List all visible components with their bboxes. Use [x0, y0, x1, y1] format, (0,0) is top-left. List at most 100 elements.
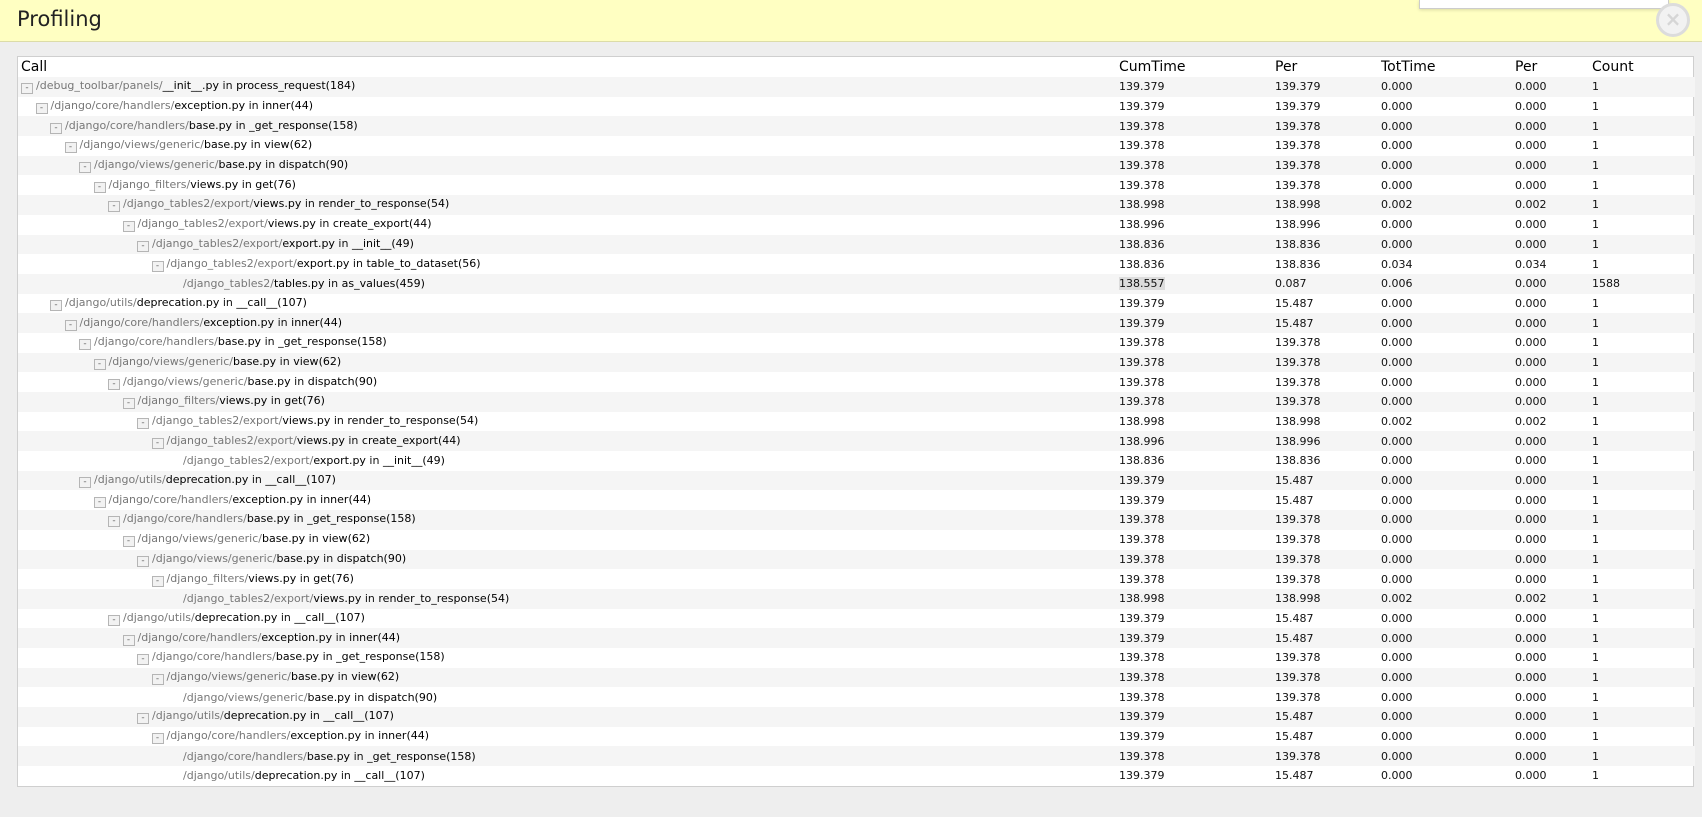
call-cell: -/django/core/handlers/exception.py in i… — [18, 97, 1116, 117]
per-cell-value: 15.487 — [1275, 769, 1314, 783]
column-header-tottime[interactable]: TotTime — [1378, 57, 1512, 77]
count-cell-value: 1 — [1592, 139, 1599, 153]
collapse-toggle-icon[interactable]: - — [137, 713, 149, 725]
collapse-toggle-icon[interactable]: - — [151, 437, 164, 449]
collapse-toggle-icon[interactable]: - — [137, 654, 149, 666]
call-cell: -/django/views/generic/base.py in view(6… — [18, 667, 1116, 688]
tottime-cell-value: 0.000 — [1381, 533, 1413, 547]
collapse-toggle-icon[interactable]: - — [122, 634, 135, 646]
call-file: exception.py — [174, 99, 246, 113]
collapse-toggle-icon[interactable]: - — [79, 339, 91, 351]
count-cell-value: 1 — [1592, 336, 1599, 350]
collapse-toggle-icon[interactable]: - — [21, 83, 33, 95]
per-2-cell: 0.000 — [1512, 372, 1589, 392]
call-func: _get_response — [336, 650, 416, 664]
call-in: in — [334, 669, 352, 683]
call-line: (54) — [486, 592, 510, 606]
call-func: render_to_response — [347, 414, 456, 428]
call-line: (44) — [377, 630, 401, 644]
per-cell: 139.378 — [1272, 392, 1378, 412]
per-2-cell: 0.000 — [1512, 746, 1589, 767]
call-file: base.py — [218, 158, 262, 172]
panel-title: Profiling — [17, 7, 102, 31]
call-file: views.py — [219, 394, 268, 408]
collapse-toggle-icon[interactable]: - — [122, 398, 135, 410]
call-line: (76) — [273, 177, 296, 191]
collapse-toggle-icon[interactable]: - — [50, 299, 62, 311]
cumtime-cell: 139.378 — [1116, 549, 1272, 570]
collapse-toggle-icon[interactable]: - — [35, 103, 48, 115]
collapse-toggle-icon[interactable]: - — [64, 142, 77, 154]
call-cell: -/django_filters/views.py in get(76) — [18, 569, 1116, 589]
per-cell: 15.487 — [1272, 490, 1378, 510]
call-in: in — [245, 99, 263, 113]
cumtime-cell: 138.998 — [1116, 588, 1272, 609]
collapse-toggle-icon[interactable]: - — [122, 536, 135, 548]
per-2-cell: 0.000 — [1512, 648, 1589, 668]
collapse-toggle-icon[interactable]: - — [151, 260, 164, 272]
column-header-call[interactable]: Call — [18, 57, 1116, 77]
call-in: in — [344, 433, 362, 447]
call-path: /django/utils/ — [94, 473, 166, 487]
count-cell-value: 1 — [1592, 454, 1599, 468]
per-2-cell: 0.000 — [1512, 510, 1589, 530]
collapse-toggle-icon[interactable]: - — [79, 162, 91, 174]
call-func: __init__ — [351, 236, 392, 250]
call-in: in — [232, 118, 250, 132]
collapse-toggle-icon[interactable]: - — [108, 516, 120, 528]
cumtime-cell-value: 139.378 — [1119, 552, 1165, 566]
call-line: (107) — [306, 473, 336, 487]
column-header-per-2[interactable]: Per — [1512, 57, 1589, 77]
collapse-toggle-icon[interactable]: - — [50, 122, 62, 134]
call-line: (107) — [335, 610, 365, 624]
collapse-toggle-icon[interactable]: - — [151, 673, 164, 685]
call-file: base.py — [306, 749, 351, 763]
tottime-cell: 0.000 — [1378, 470, 1512, 491]
tottime-cell-value: 0.002 — [1381, 415, 1413, 429]
table-row: -/django/utils/deprecation.py in __call_… — [18, 470, 1695, 491]
count-cell-value: 1 — [1592, 592, 1599, 606]
collapse-toggle-icon[interactable]: - — [137, 418, 149, 430]
per-2-cell-value: 0.000 — [1515, 749, 1547, 763]
per-cell: 139.379 — [1272, 77, 1378, 97]
call-file: deprecation.py — [165, 473, 249, 487]
cumtime-cell: 139.378 — [1116, 175, 1272, 195]
collapse-toggle-icon[interactable]: - — [151, 575, 164, 587]
count-cell-value: 1 — [1592, 631, 1599, 645]
collapse-toggle-icon[interactable]: - — [108, 201, 120, 213]
column-header-count[interactable]: Count — [1589, 57, 1695, 77]
tottime-cell: 0.000 — [1378, 687, 1512, 707]
close-icon[interactable]: × — [1656, 3, 1690, 37]
per-2-cell-value: 0.000 — [1515, 218, 1547, 232]
tottime-cell: 0.000 — [1378, 451, 1512, 471]
per-2-cell: 0.002 — [1512, 195, 1589, 215]
tottime-cell-value: 0.000 — [1381, 336, 1413, 350]
cumtime-cell: 139.379 — [1116, 313, 1272, 333]
count-cell: 1 — [1589, 609, 1695, 629]
tottime-cell: 0.006 — [1378, 273, 1512, 294]
collapse-toggle-icon[interactable]: - — [93, 181, 106, 193]
call-path: /django_tables2/export/ — [183, 592, 314, 606]
tottime-cell: 0.000 — [1378, 352, 1512, 373]
column-header-per[interactable]: Per — [1272, 57, 1378, 77]
per-2-cell: 0.000 — [1512, 352, 1589, 373]
collapse-toggle-icon[interactable]: - — [108, 378, 120, 390]
collapse-toggle-icon[interactable]: - — [79, 477, 91, 489]
collapse-toggle-icon[interactable]: - — [93, 496, 106, 508]
collapse-toggle-icon[interactable]: - — [108, 614, 120, 626]
collapse-toggle-icon[interactable]: - — [151, 733, 164, 745]
per-cell-value: 139.378 — [1275, 355, 1321, 369]
column-header-cumtime[interactable]: CumTime — [1116, 57, 1272, 77]
call-in: in — [350, 690, 368, 704]
collapse-toggle-icon[interactable]: - — [137, 555, 149, 567]
collapse-toggle-icon[interactable]: - — [93, 358, 106, 370]
collapse-toggle-icon[interactable]: - — [137, 240, 149, 252]
collapse-toggle-icon[interactable]: - — [122, 221, 135, 233]
call-path: /django/core/handlers/ — [79, 315, 204, 329]
count-cell: 1 — [1589, 294, 1695, 314]
call-line: (158) — [386, 512, 416, 526]
call-file: exception.py — [290, 729, 362, 743]
call-cell: /django/core/handlers/base.py in _get_re… — [18, 746, 1116, 767]
collapse-toggle-icon[interactable]: - — [64, 319, 77, 331]
call-line: (107) — [395, 769, 425, 783]
